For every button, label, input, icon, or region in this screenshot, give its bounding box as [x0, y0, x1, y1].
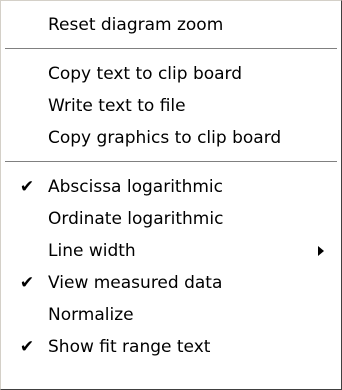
menu-item-label: Reset diagram zoom: [48, 15, 224, 35]
menu-item-label: Write text to file: [48, 96, 186, 116]
menu-item-view-measured-data[interactable]: ✔ View measured data: [1, 267, 341, 299]
menu-item-label: Ordinate logarithmic: [48, 209, 224, 229]
menu-item-ordinate-logarithmic[interactable]: Ordinate logarithmic: [1, 203, 341, 235]
menu-item-copy-graphics-to-clipboard[interactable]: Copy graphics to clip board: [1, 122, 341, 154]
submenu-arrow-icon: [318, 246, 324, 256]
menu-item-write-text-to-file[interactable]: Write text to file: [1, 90, 341, 122]
menu-item-show-fit-range-text[interactable]: ✔ Show fit range text: [1, 331, 341, 363]
menu-item-label: Line width: [48, 241, 136, 261]
menu-item-label: Show fit range text: [48, 337, 211, 357]
context-menu: Reset diagram zoom Copy text to clip boa…: [0, 0, 342, 390]
checkmark-icon: ✔: [19, 273, 35, 293]
menu-item-label: Abscissa logarithmic: [48, 177, 223, 197]
menu-item-abscissa-logarithmic[interactable]: ✔ Abscissa logarithmic: [1, 171, 341, 203]
menu-item-normalize[interactable]: Normalize: [1, 299, 341, 331]
menu-separator: [1, 41, 341, 58]
menu-items: Reset diagram zoom Copy text to clip boa…: [1, 1, 341, 363]
menu-separator: [1, 154, 341, 171]
menu-item-label: Copy graphics to clip board: [48, 128, 282, 148]
menu-item-copy-text-to-clipboard[interactable]: Copy text to clip board: [1, 58, 341, 90]
menu-item-label: Normalize: [48, 305, 134, 325]
checkmark-icon: ✔: [19, 337, 35, 357]
checkmark-icon: ✔: [19, 177, 35, 197]
menu-item-line-width[interactable]: Line width: [1, 235, 341, 267]
menu-item-reset-diagram-zoom[interactable]: Reset diagram zoom: [1, 9, 341, 41]
menu-item-label: Copy text to clip board: [48, 64, 243, 84]
menu-item-label: View measured data: [48, 273, 223, 293]
